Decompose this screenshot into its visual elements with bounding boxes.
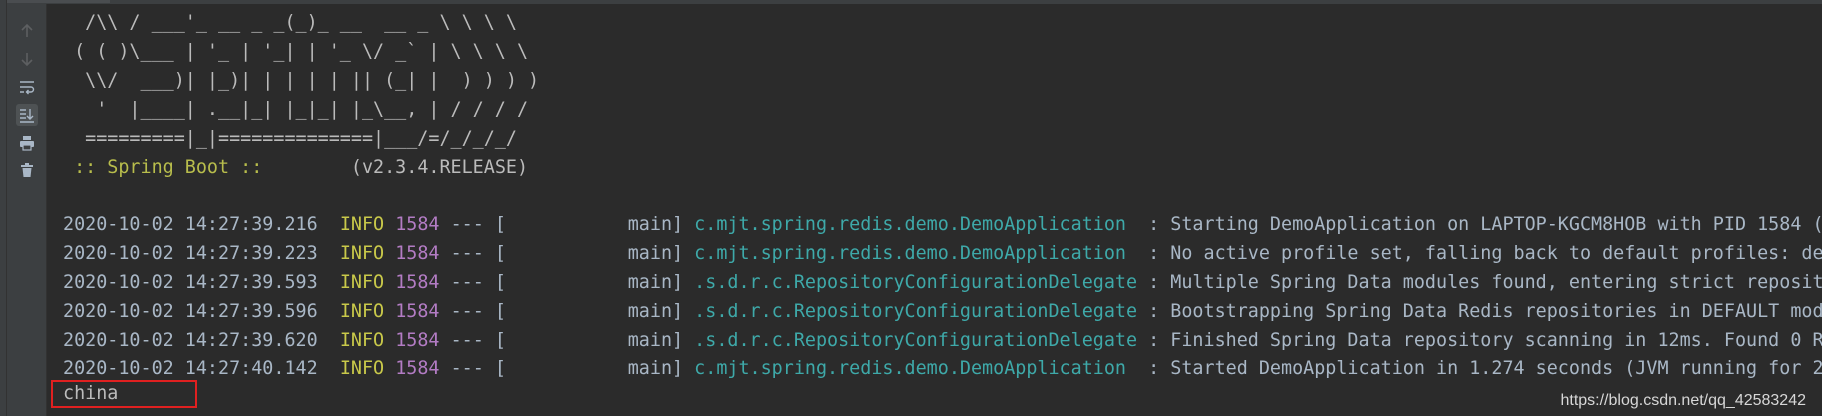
log-timestamp: 2020-10-02 14:27:39.216 bbox=[63, 214, 318, 235]
log-timestamp: 2020-10-02 14:27:39.593 bbox=[63, 272, 318, 293]
log-timestamp: 2020-10-02 14:27:40.142 bbox=[63, 358, 318, 379]
log-separator: --- [ bbox=[439, 214, 506, 235]
log-separator: --- [ bbox=[439, 301, 506, 322]
log-level: INFO bbox=[339, 243, 385, 264]
log-pid: 1584 bbox=[395, 330, 440, 351]
log-message: : Starting DemoApplication on LAPTOP-KGC… bbox=[1137, 214, 1822, 235]
banner-line: ' |____| .__|_| |_|_| |_\__, | / / / / bbox=[63, 99, 529, 120]
banner-line: =========|_|==============|___/=/_/_/_/ bbox=[63, 128, 517, 149]
log-message: : Multiple Spring Data modules found, en… bbox=[1137, 272, 1822, 293]
log-thread: main] bbox=[505, 358, 684, 379]
print-icon[interactable] bbox=[16, 132, 38, 154]
console-toolbar bbox=[7, 4, 47, 416]
log-separator: --- [ bbox=[439, 358, 506, 379]
log-level: INFO bbox=[339, 358, 385, 379]
spring-boot-label: :: Spring Boot :: bbox=[63, 157, 263, 178]
log-level: INFO bbox=[339, 330, 385, 351]
log-logger: c.mjt.spring.redis.demo.DemoApplication bbox=[694, 243, 1138, 264]
log-line: 2020-10-02 14:27:39.620 INFO 1584 --- [ … bbox=[63, 326, 1822, 355]
active-tab-indicator bbox=[0, 0, 110, 3]
log-logger: .s.d.r.c.RepositoryConfigurationDelegate bbox=[694, 301, 1138, 322]
watermark-url: https://blog.csdn.net/qq_42583242 bbox=[1560, 392, 1806, 409]
log-pid: 1584 bbox=[395, 272, 440, 293]
log-pid: 1584 bbox=[395, 243, 440, 264]
log-thread: main] bbox=[505, 214, 684, 235]
log-level: INFO bbox=[339, 301, 385, 322]
log-separator: --- [ bbox=[439, 243, 506, 264]
log-timestamp: 2020-10-02 14:27:39.223 bbox=[63, 243, 318, 264]
log-timestamp: 2020-10-02 14:27:39.620 bbox=[63, 330, 318, 351]
log-thread: main] bbox=[505, 272, 684, 293]
console-input-text[interactable]: china bbox=[63, 380, 118, 408]
banner-line: \\/ ___)| |_)| | | | | || (_| | ) ) ) ) bbox=[63, 70, 540, 91]
trash-icon[interactable] bbox=[16, 159, 38, 181]
log-separator: --- [ bbox=[439, 330, 506, 351]
log-pid: 1584 bbox=[395, 301, 440, 322]
left-edge-gutter bbox=[0, 0, 7, 416]
log-message: : Bootstrapping Spring Data Redis reposi… bbox=[1137, 301, 1822, 322]
log-message: : Started DemoApplication in 1.274 secon… bbox=[1137, 358, 1822, 379]
arrow-down-icon[interactable] bbox=[16, 48, 38, 70]
log-logger: .s.d.r.c.RepositoryConfigurationDelegate bbox=[694, 272, 1138, 293]
log-timestamp: 2020-10-02 14:27:39.596 bbox=[63, 301, 318, 322]
log-logger: .s.d.r.c.RepositoryConfigurationDelegate bbox=[694, 330, 1138, 351]
banner-line: /\\ / ___'_ __ _ _(_)_ __ __ _ \ \ \ \ bbox=[63, 12, 517, 33]
log-thread: main] bbox=[505, 301, 684, 322]
console-output[interactable]: /\\ / ___'_ __ _ _(_)_ __ __ _ \ \ \ \ (… bbox=[47, 4, 1822, 416]
log-message: : Finished Spring Data repository scanni… bbox=[1137, 330, 1822, 351]
arrow-up-icon[interactable] bbox=[16, 20, 38, 42]
log-level: INFO bbox=[339, 214, 385, 235]
log-separator: --- [ bbox=[439, 272, 506, 293]
scroll-to-end-icon[interactable] bbox=[16, 104, 38, 126]
soft-wrap-icon[interactable] bbox=[16, 76, 38, 98]
log-line: 2020-10-02 14:27:39.596 INFO 1584 --- [ … bbox=[63, 297, 1822, 326]
log-logger: c.mjt.spring.redis.demo.DemoApplication bbox=[694, 214, 1138, 235]
spring-boot-version-line: :: Spring Boot :: (v2.3.4.RELEASE) bbox=[63, 153, 528, 182]
log-line: 2020-10-02 14:27:39.216 INFO 1584 --- [ … bbox=[63, 210, 1822, 239]
spring-boot-version: (v2.3.4.RELEASE) bbox=[262, 157, 529, 178]
log-thread: main] bbox=[505, 330, 684, 351]
log-line: 2020-10-02 14:27:39.593 INFO 1584 --- [ … bbox=[63, 268, 1822, 297]
log-thread: main] bbox=[505, 243, 684, 264]
log-level: INFO bbox=[339, 272, 385, 293]
log-line: 2020-10-02 14:27:40.142 INFO 1584 --- [ … bbox=[63, 354, 1822, 383]
log-line: 2020-10-02 14:27:39.223 INFO 1584 --- [ … bbox=[63, 239, 1822, 268]
log-logger: c.mjt.spring.redis.demo.DemoApplication bbox=[694, 358, 1138, 379]
log-pid: 1584 bbox=[395, 358, 440, 379]
log-message: : No active profile set, falling back to… bbox=[1137, 243, 1822, 264]
log-pid: 1584 bbox=[395, 214, 440, 235]
banner-line: ( ( )\___ | '_ | '_| | '_ \/ _` | \ \ \ … bbox=[63, 41, 529, 62]
